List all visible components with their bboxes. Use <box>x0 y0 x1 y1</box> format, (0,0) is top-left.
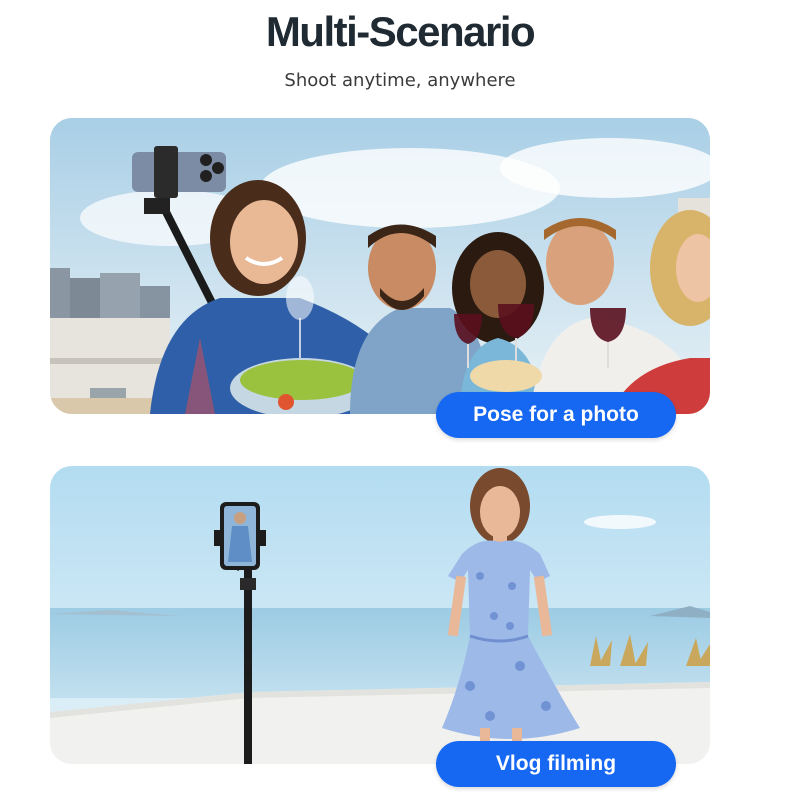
scenario-image-vlog <box>50 466 710 764</box>
vlog-filming-button[interactable]: Vlog filming <box>436 741 676 787</box>
page-title: Multi-Scenario <box>265 8 536 55</box>
page-subtitle: Shoot anytime, anywhere <box>284 70 516 91</box>
pose-for-photo-button[interactable]: Pose for a photo <box>436 392 676 438</box>
scenario-image-photo <box>50 118 710 414</box>
